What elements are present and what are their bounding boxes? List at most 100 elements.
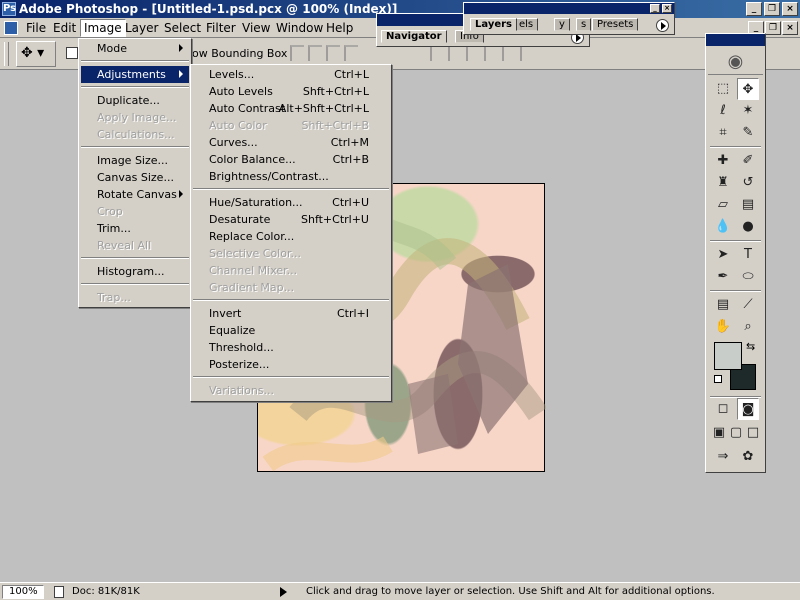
adjust-replace-color[interactable]: Replace Color... <box>193 228 389 245</box>
full-screen-menu-mode-icon[interactable]: ▢ <box>727 422 745 444</box>
tool-preset-picker[interactable]: ✥ ▾ <box>16 41 56 67</box>
tab-layers[interactable]: Layers <box>470 18 517 31</box>
crop-tool-icon[interactable]: ⌗ <box>712 122 734 144</box>
eye-icon[interactable]: ◉ <box>708 48 763 75</box>
distribute-left-icon[interactable] <box>484 45 498 61</box>
document-info-icon[interactable] <box>54 586 64 598</box>
blur-tool-icon[interactable]: 💧 <box>712 216 734 238</box>
lasso-tool-icon[interactable]: ℓ <box>712 100 734 122</box>
zoom-tool-icon[interactable]: ⌕ <box>737 316 759 338</box>
menu-window[interactable]: Window <box>276 21 323 35</box>
status-menu-arrow-icon[interactable] <box>280 587 287 597</box>
minimize-icon[interactable]: _ <box>746 2 762 16</box>
align-left-icon[interactable] <box>344 45 358 61</box>
hand-tool-icon[interactable]: ✋ <box>712 316 734 338</box>
adjust-auto-contrast[interactable]: Auto Contrast Alt+Shft+Ctrl+L <box>193 100 389 117</box>
swap-colors-icon[interactable]: ⇆ <box>746 340 755 353</box>
distribute-top-icon[interactable] <box>430 45 444 61</box>
layers-palette-titlebar[interactable] <box>464 3 674 14</box>
doc-restore-icon[interactable]: ❐ <box>765 21 781 35</box>
distribute-vcenter-icon[interactable] <box>448 45 462 61</box>
adjust-hue-saturation[interactable]: Hue/Saturation... Ctrl+U <box>193 194 389 211</box>
restore-icon[interactable]: ❐ <box>764 2 780 16</box>
gradient-tool-icon[interactable]: ▤ <box>737 194 759 216</box>
adjust-levels[interactable]: Levels... Ctrl+L <box>193 66 389 83</box>
imageready-icon[interactable]: ✿ <box>737 446 759 468</box>
close-icon[interactable]: × <box>782 2 798 16</box>
image-menu-image-size[interactable]: Image Size... <box>81 152 189 169</box>
clone-stamp-tool-icon[interactable]: ♜ <box>712 172 734 194</box>
tab-tool-presets[interactable]: Presets <box>592 18 639 31</box>
menu-file[interactable]: File <box>26 21 46 35</box>
adjustments-submenu: Levels... Ctrl+L Auto Levels Shft+Ctrl+L A… <box>190 64 392 402</box>
standard-mode-icon[interactable]: ◻ <box>712 398 734 420</box>
image-menu-reveal-all: Reveal All <box>97 239 152 252</box>
marquee-tool-icon[interactable]: ⬚ <box>712 78 734 100</box>
slice-tool-icon[interactable]: ✎ <box>737 122 759 144</box>
zoom-field[interactable]: 100% <box>2 585 44 599</box>
magic-wand-tool-icon[interactable]: ✶ <box>737 100 759 122</box>
adjust-posterize[interactable]: Posterize... <box>193 356 389 373</box>
foreground-color-swatch[interactable] <box>714 342 742 370</box>
image-menu-trim[interactable]: Trim... <box>81 220 189 237</box>
notes-tool-icon[interactable]: ▤ <box>712 294 734 316</box>
tab-actions[interactable]: s <box>576 18 592 31</box>
doc-close-icon[interactable]: × <box>782 21 798 35</box>
palette-close-icon[interactable]: × <box>662 4 672 13</box>
history-brush-tool-icon[interactable]: ↺ <box>737 172 759 194</box>
layers-menu-icon[interactable] <box>656 19 669 32</box>
distribute-right-icon[interactable] <box>520 45 534 61</box>
image-menu-histogram[interactable]: Histogram... <box>81 263 189 280</box>
align-bottom-icon[interactable] <box>326 45 340 61</box>
dodge-tool-icon[interactable]: ● <box>737 216 759 238</box>
adjust-threshold[interactable]: Threshold... <box>193 339 389 356</box>
adjust-color-balance[interactable]: Color Balance... Ctrl+B <box>193 151 389 168</box>
toolbox-titlebar[interactable] <box>706 34 765 46</box>
adjust-desaturate[interactable]: Desaturate Shft+Ctrl+U <box>193 211 389 228</box>
path-selection-tool-icon[interactable]: ➤ <box>712 244 734 266</box>
full-screen-mode-icon[interactable]: □ <box>744 422 762 444</box>
tab-history[interactable]: y <box>554 18 570 31</box>
document-icon[interactable] <box>4 21 18 35</box>
image-menu-rotate-canvas[interactable]: Rotate Canvas <box>81 186 189 203</box>
standard-screen-mode-icon[interactable]: ▣ <box>710 422 728 444</box>
menu-image[interactable]: Image <box>80 19 126 37</box>
distribute-hcenter-icon[interactable] <box>502 45 516 61</box>
window-controls: _ ❐ × <box>746 2 798 16</box>
align-vcenter-icon[interactable] <box>308 45 322 61</box>
shape-tool-icon[interactable]: ⬭ <box>737 266 759 288</box>
menu-view[interactable]: View <box>242 21 270 35</box>
adjust-auto-levels[interactable]: Auto Levels Shft+Ctrl+L <box>193 83 389 100</box>
image-menu-mode[interactable]: Mode <box>81 40 189 57</box>
image-menu-canvas-size[interactable]: Canvas Size... <box>81 169 189 186</box>
eyedropper-tool-icon[interactable]: ⟋ <box>737 294 759 316</box>
jump-to-imageready-icon[interactable]: ⇒ <box>712 446 734 468</box>
menu-select[interactable]: Select <box>164 21 201 35</box>
adjust-curves[interactable]: Curves... Ctrl+M <box>193 134 389 151</box>
tab-channels[interactable]: els <box>514 18 539 31</box>
type-tool-icon[interactable]: T <box>737 244 759 266</box>
palette-minimize-icon[interactable]: _ <box>650 4 660 13</box>
image-menu-duplicate[interactable]: Duplicate... <box>81 92 189 109</box>
quick-mask-mode-icon[interactable]: ◙ <box>737 398 759 420</box>
menu-layer[interactable]: Layer <box>125 21 158 35</box>
pen-tool-icon[interactable]: ✒ <box>712 266 734 288</box>
tab-navigator[interactable]: Navigator <box>381 30 447 43</box>
move-tool-icon[interactable]: ✥ <box>737 78 759 100</box>
options-grip[interactable] <box>4 42 9 66</box>
eraser-tool-icon[interactable]: ▱ <box>712 194 734 216</box>
adjust-brightness-contrast[interactable]: Brightness/Contrast... <box>193 168 389 185</box>
menu-edit[interactable]: Edit <box>53 21 76 35</box>
menu-help[interactable]: Help <box>326 21 353 35</box>
auto-select-checkbox[interactable] <box>66 47 78 59</box>
adjust-invert[interactable]: Invert Ctrl+I <box>193 305 389 322</box>
healing-brush-tool-icon[interactable]: ✚ <box>712 150 734 172</box>
brush-tool-icon[interactable]: ✐ <box>737 150 759 172</box>
image-menu-adjustments[interactable]: Adjustments <box>81 66 189 83</box>
distribute-bottom-icon[interactable] <box>466 45 480 61</box>
menu-filter[interactable]: Filter <box>206 21 236 35</box>
adjust-equalize[interactable]: Equalize <box>193 322 389 339</box>
align-top-icon[interactable] <box>290 45 304 61</box>
menu-separator <box>193 376 389 378</box>
default-colors-icon[interactable] <box>714 375 722 383</box>
